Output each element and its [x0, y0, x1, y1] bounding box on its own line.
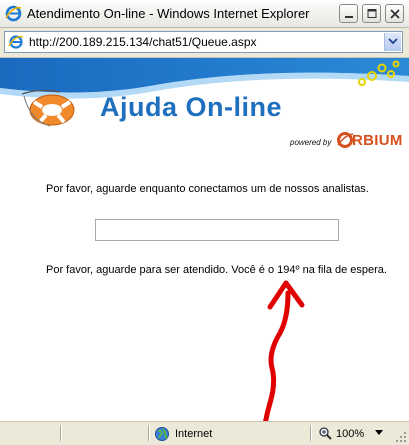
orbium-brand: RBIUM — [352, 132, 403, 149]
status-separator — [60, 425, 61, 441]
page-icon — [8, 34, 24, 50]
close-button[interactable] — [385, 4, 404, 23]
page-content: Ajuda On-line powered by RBIUM Por favor… — [0, 58, 409, 421]
status-bar: Internet 100% — [0, 421, 409, 445]
internet-explorer-icon — [5, 5, 22, 22]
address-field[interactable]: http://200.189.215.134/chat51/Queue.aspx — [4, 31, 403, 53]
status-separator — [310, 425, 311, 441]
header-banner: Ajuda On-line powered by RBIUM — [0, 58, 409, 153]
zoom-icon[interactable] — [318, 426, 332, 440]
url-text: http://200.189.215.134/chat51/Queue.aspx — [29, 35, 257, 49]
powered-by-label: powered by — [290, 138, 332, 147]
address-dropdown-button[interactable] — [384, 33, 401, 51]
close-icon — [390, 9, 400, 19]
maximize-button[interactable] — [362, 4, 381, 23]
address-bar: http://200.189.215.134/chat51/Queue.aspx — [0, 28, 409, 58]
minimize-icon — [345, 16, 353, 18]
maximize-icon — [367, 9, 377, 18]
banner-title: Ajuda On-line — [100, 92, 282, 122]
chevron-down-icon — [388, 38, 398, 45]
globe-icon — [154, 426, 170, 442]
red-arrow-annotation — [263, 280, 305, 421]
status-separator — [148, 425, 149, 441]
minimize-button[interactable] — [339, 4, 358, 23]
window-title: Atendimento On-line - Windows Internet E… — [27, 6, 310, 21]
queue-position-message: Por favor, aguarde para ser atendido. Vo… — [46, 264, 387, 276]
wait-message: Por favor, aguarde enquanto conectamos u… — [46, 183, 369, 195]
zoom-dropdown-icon[interactable] — [375, 430, 383, 435]
lifebuoy-logo-icon — [20, 80, 80, 130]
title-bar: Atendimento On-line - Windows Internet E… — [0, 0, 409, 28]
progress-bar — [95, 219, 339, 241]
resize-grip-icon[interactable] — [395, 431, 407, 443]
security-zone-label: Internet — [175, 428, 213, 440]
zoom-level[interactable]: 100% — [336, 428, 364, 440]
